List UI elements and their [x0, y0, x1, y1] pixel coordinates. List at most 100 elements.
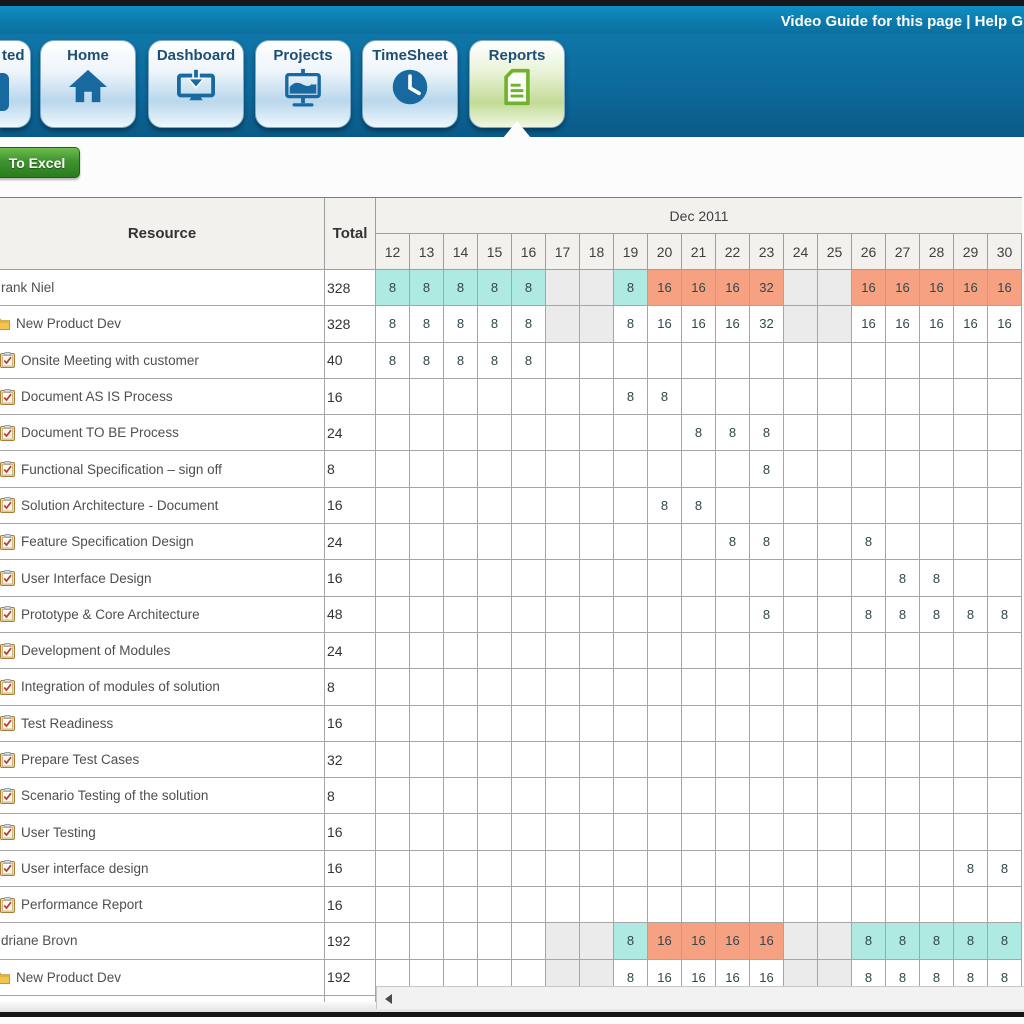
hours-cell — [818, 451, 852, 487]
hours-cell — [750, 706, 784, 742]
day-header: 13 — [410, 234, 444, 269]
hours-cell — [784, 379, 818, 415]
hours-cell: 8 — [614, 379, 648, 415]
hours-cell — [376, 706, 410, 742]
hours-cell: 8 — [478, 306, 512, 342]
resource-name-cell: User Interface Design — [0, 560, 325, 596]
hours-cell — [716, 851, 750, 887]
hours-cell — [444, 814, 478, 850]
horizontal-scrollbar[interactable] — [376, 986, 1024, 1009]
hours-cell — [818, 814, 852, 850]
hours-cell — [580, 270, 614, 306]
hours-cell — [580, 778, 614, 814]
hours-cell: 16 — [886, 306, 920, 342]
hours-cell — [614, 814, 648, 850]
hours-cell — [818, 270, 852, 306]
hours-cell — [818, 524, 852, 560]
hours-cell — [648, 633, 682, 669]
hours-cell — [376, 778, 410, 814]
hours-cell — [614, 887, 648, 923]
hours-cell — [954, 343, 988, 379]
hours-cell — [750, 851, 784, 887]
hours-cell — [682, 669, 716, 705]
scrollbar-left-arrow-icon[interactable] — [385, 994, 392, 1004]
hours-cell — [478, 560, 512, 596]
hours-cell — [954, 560, 988, 596]
hours-cell — [410, 560, 444, 596]
task-check-icon — [0, 752, 15, 768]
hours-cell — [920, 814, 954, 850]
hours-cell — [784, 742, 818, 778]
hours-cell — [988, 488, 1022, 524]
task-check-icon — [0, 497, 15, 513]
app-window: Video Guide for this page | Help G ted H… — [0, 0, 1024, 1024]
tab-label: Home — [41, 47, 135, 64]
hours-cell: 16 — [750, 923, 784, 959]
total-hours-cell: 8 — [325, 778, 376, 814]
hours-cell — [376, 488, 410, 524]
hours-cell — [580, 488, 614, 524]
hours-cell — [682, 742, 716, 778]
hours-cell — [682, 451, 716, 487]
hours-cell: 8 — [954, 597, 988, 633]
hours-cell — [920, 524, 954, 560]
hours-cell — [682, 851, 716, 887]
task-check-icon — [0, 461, 15, 477]
hours-cell — [580, 742, 614, 778]
hours-cell — [920, 778, 954, 814]
hours-cell — [444, 379, 478, 415]
hours-cell — [648, 706, 682, 742]
hours-cell — [376, 379, 410, 415]
hours-cell — [512, 887, 546, 923]
tab-timesheet[interactable]: TimeSheet — [362, 40, 458, 128]
hours-cell — [648, 669, 682, 705]
hours-cell — [784, 306, 818, 342]
hours-cell — [784, 343, 818, 379]
hours-cell — [614, 633, 648, 669]
hours-cell — [478, 851, 512, 887]
total-hours-cell: 8 — [325, 451, 376, 487]
tab-dashboard[interactable]: Dashboard — [148, 40, 244, 128]
hours-cell: 8 — [954, 851, 988, 887]
hours-cell — [444, 669, 478, 705]
hours-cell — [818, 306, 852, 342]
hours-cell — [988, 669, 1022, 705]
hours-cell — [716, 706, 750, 742]
hours-cell — [614, 415, 648, 451]
hours-cell — [478, 814, 512, 850]
task-check-icon — [0, 824, 15, 840]
hours-cell: 8 — [478, 270, 512, 306]
resource-name-cell: Scenario Testing of the solution — [0, 778, 325, 814]
total-hours-cell: 24 — [325, 633, 376, 669]
table-row-project: New Product Dev3288888881616163216161616… — [0, 306, 1022, 342]
day-header: 27 — [886, 234, 920, 269]
resource-name: rank Niel — [1, 280, 54, 295]
hours-cell — [648, 742, 682, 778]
hours-cell — [818, 778, 852, 814]
hours-cell — [410, 887, 444, 923]
hours-cell — [546, 633, 580, 669]
total-hours-cell: 192 — [325, 923, 376, 959]
hours-cell: 8 — [920, 923, 954, 959]
tab-projects[interactable]: Projects — [255, 40, 351, 128]
resource-name-cell: Document TO BE Process — [0, 415, 325, 451]
hours-cell: 8 — [682, 415, 716, 451]
hours-cell: 8 — [716, 524, 750, 560]
resource-name-cell: rank Niel — [0, 270, 325, 306]
day-header: 18 — [580, 234, 614, 269]
help-guide-link[interactable]: Video Guide for this page | Help G — [781, 13, 1023, 30]
tab-reports[interactable]: Reports — [469, 40, 565, 128]
tab-getstarted-partial[interactable]: ted — [0, 40, 31, 128]
hours-cell — [784, 633, 818, 669]
hours-cell — [546, 814, 580, 850]
hours-cell — [512, 669, 546, 705]
hours-cell: 8 — [614, 270, 648, 306]
hours-cell — [954, 415, 988, 451]
hours-cell — [818, 597, 852, 633]
hours-cell: 8 — [886, 560, 920, 596]
hours-cell — [478, 923, 512, 959]
export-to-excel-button[interactable]: To Excel — [0, 147, 80, 178]
hours-cell — [478, 524, 512, 560]
hours-cell: 8 — [648, 379, 682, 415]
tab-home[interactable]: Home — [40, 40, 136, 128]
